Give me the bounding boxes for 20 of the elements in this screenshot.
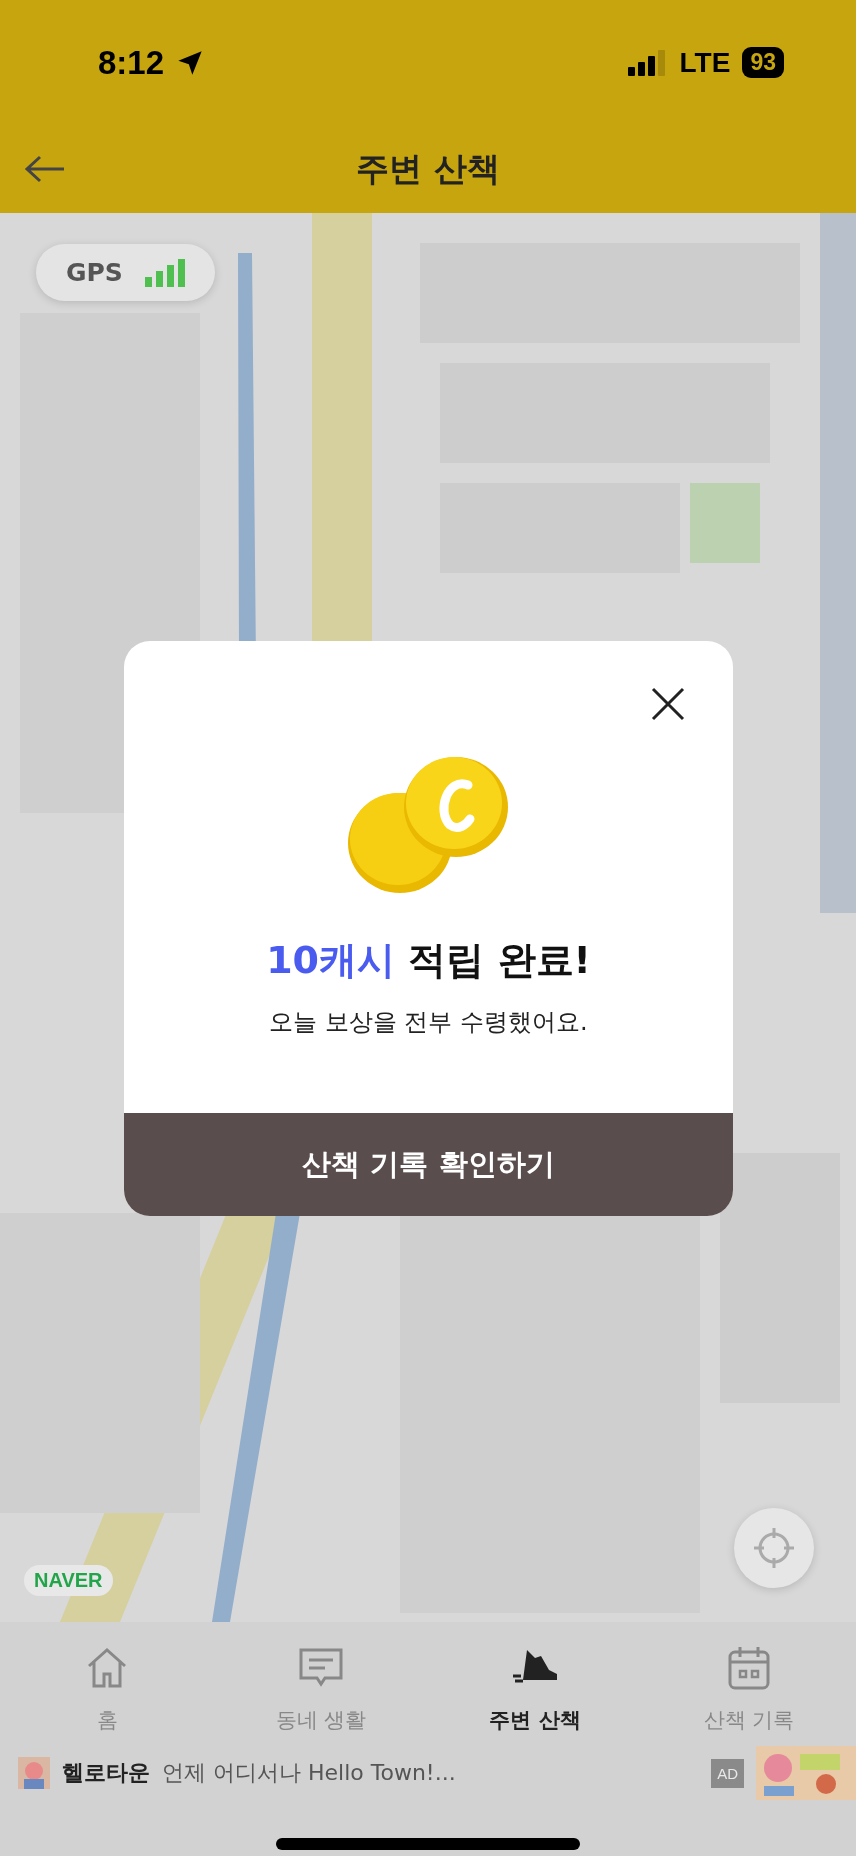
ad-badge: AD: [711, 1758, 744, 1788]
network-label: LTE: [679, 46, 731, 79]
crosshair-icon: [752, 1526, 796, 1570]
page-title: 주변 산책: [356, 147, 500, 190]
dialog-message: 오늘 보상을 전부 수령했어요.: [269, 1007, 588, 1038]
ad-brand: 헬로타운: [62, 1759, 150, 1787]
back-icon[interactable]: [24, 154, 66, 184]
map-provider-logo: NAVER: [24, 1565, 113, 1596]
location-arrow-icon: [176, 48, 205, 77]
status-time: 8:12: [98, 43, 165, 82]
gps-label: GPS: [66, 258, 123, 287]
dialog-title: 10캐시 적립 완료!: [266, 937, 591, 984]
view-walk-history-button[interactable]: 산책 기록 확인하기: [124, 1113, 733, 1216]
nav-tab[interactable]: 주변 산책: [428, 1638, 642, 1740]
close-icon: [651, 687, 685, 721]
close-button[interactable]: [651, 687, 685, 721]
signal-icon: [144, 258, 185, 287]
battery-level: 93: [742, 47, 784, 78]
ad-text[interactable]: 언제 어디서나 Hello Town!...: [162, 1758, 700, 1788]
signal-icon: [627, 49, 668, 76]
